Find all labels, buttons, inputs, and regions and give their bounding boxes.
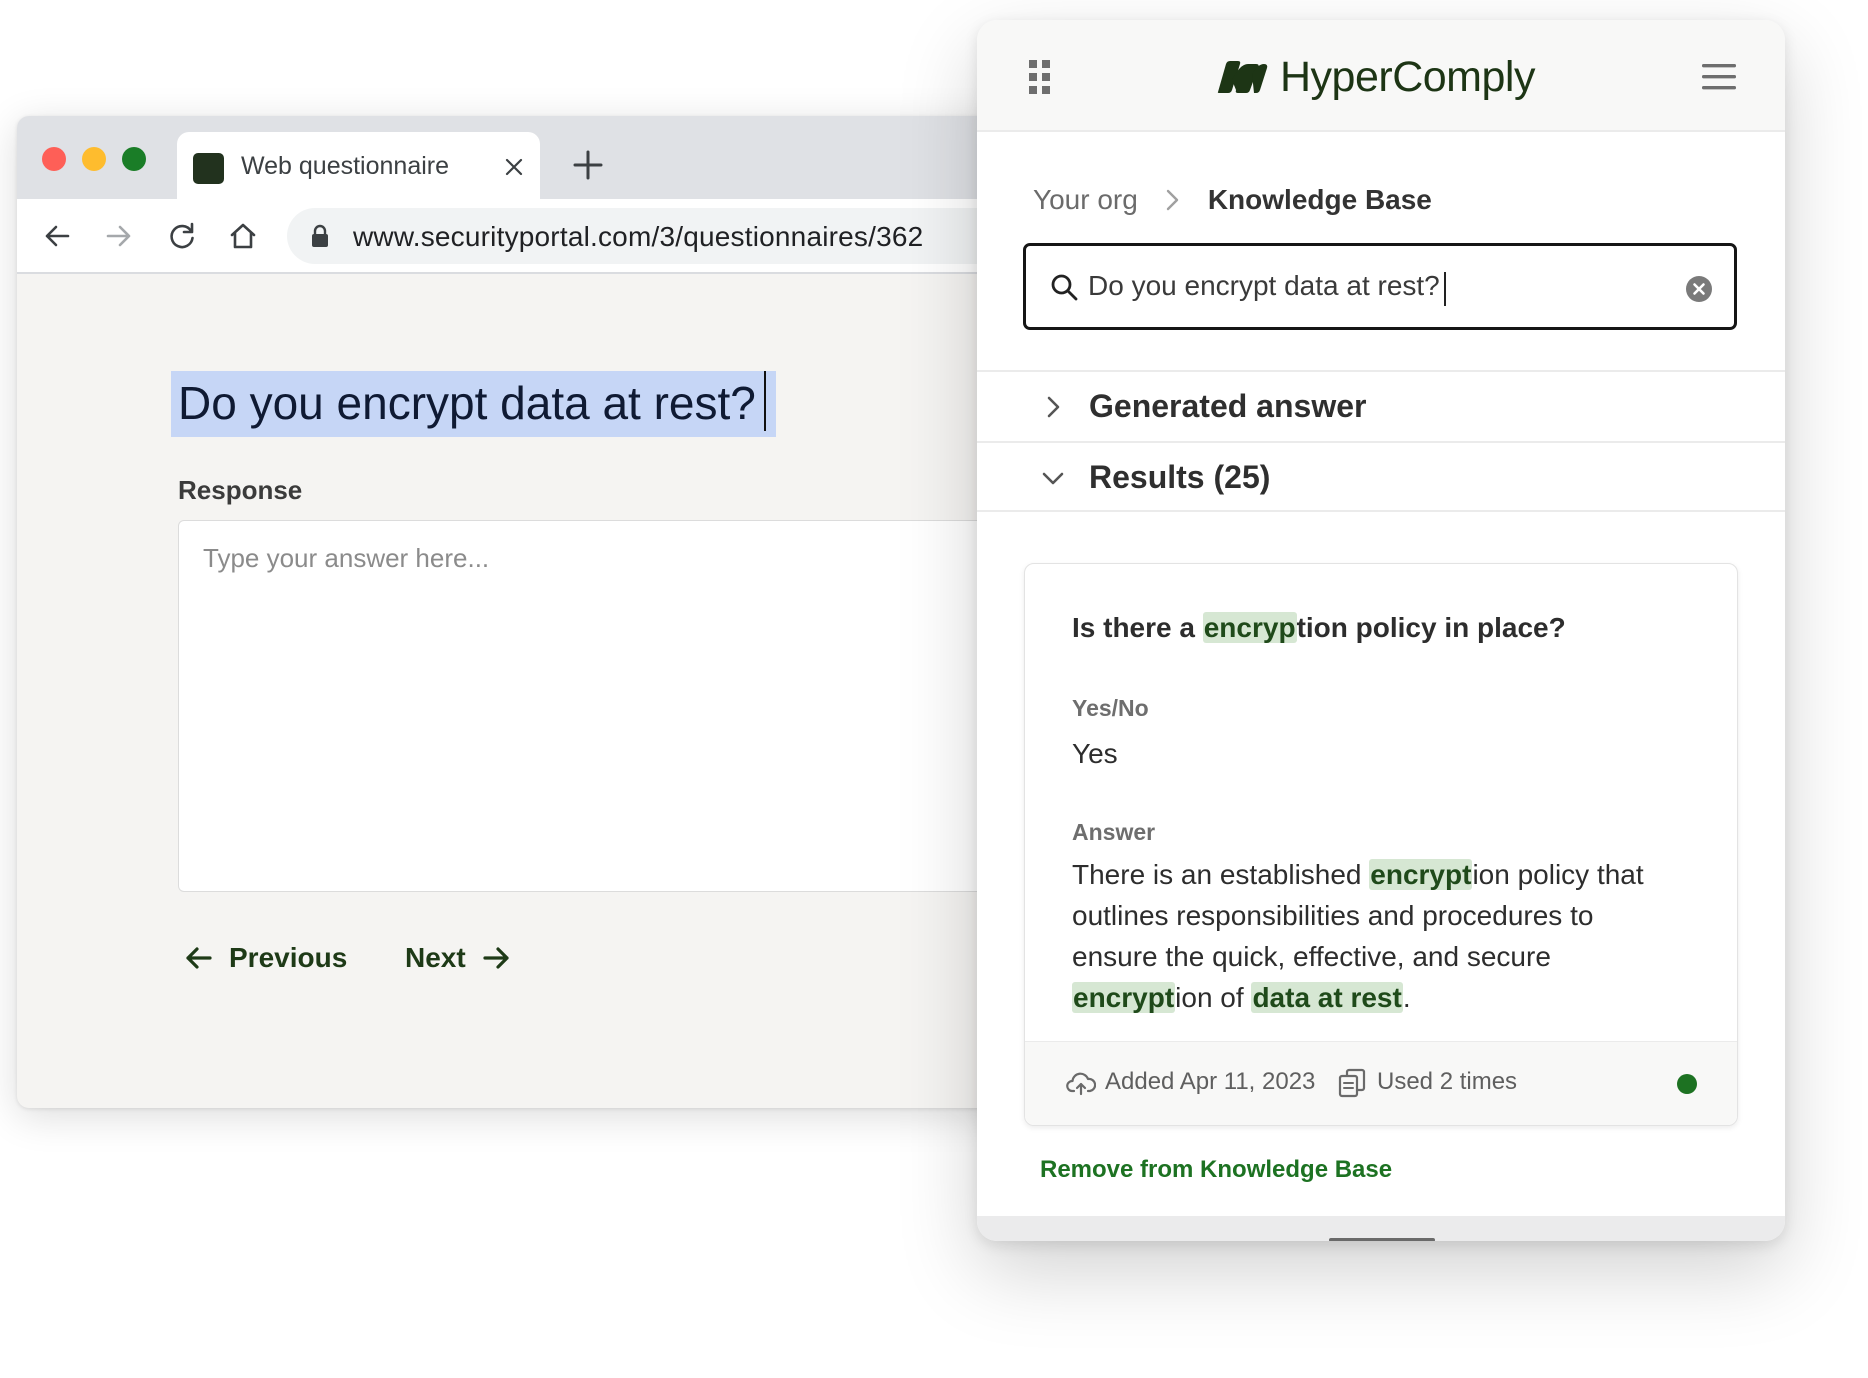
brand-name: HyperComply <box>1280 52 1535 101</box>
used-count: Used 2 times <box>1377 1068 1518 1095</box>
search-icon <box>1051 274 1078 301</box>
result-question: Is there a encryption policy in place? <box>1072 612 1566 644</box>
hamburger-menu-icon[interactable] <box>1702 64 1736 90</box>
chevron-right-icon <box>1166 189 1179 211</box>
copy-icon <box>1338 1068 1366 1098</box>
search-highlight: encrypt <box>1072 982 1176 1013</box>
plus-icon[interactable] <box>571 148 605 182</box>
browser-window: Web questionnaire www.securityportal.com… <box>17 116 1017 1108</box>
response-textarea[interactable]: Type your answer here... <box>178 520 1017 892</box>
home-icon[interactable] <box>227 220 259 252</box>
search-highlight: encryp <box>1202 612 1297 643</box>
generated-answer-label: Generated answer <box>1089 388 1367 424</box>
next-button[interactable]: Next <box>405 938 512 978</box>
previous-label: Previous <box>229 942 348 973</box>
chevron-down-icon <box>1042 472 1064 485</box>
forward-arrow-icon[interactable] <box>103 220 135 252</box>
question-text: tion policy in place? <box>1296 612 1566 643</box>
search-highlight: data at rest <box>1251 982 1403 1013</box>
hypercomply-logo: HyperComply <box>1216 53 1535 101</box>
panel-bottom-bar <box>977 1216 1785 1241</box>
answer-text-part: There is an established <box>1072 859 1370 890</box>
panel-header: HyperComply <box>977 20 1785 132</box>
answer-text: There is an established encryption polic… <box>1072 854 1672 1018</box>
logo-mark-icon <box>1217 61 1268 93</box>
url-text: www.securityportal.com/3/questionnaires/… <box>353 221 924 252</box>
arrow-left-icon <box>186 947 212 969</box>
lock-icon <box>312 224 328 247</box>
browser-tab[interactable]: Web questionnaire <box>177 132 540 199</box>
search-highlight: encrypt <box>1369 859 1473 890</box>
reload-icon[interactable] <box>166 220 198 252</box>
yesno-value: Yes <box>1072 738 1118 769</box>
text-cursor <box>763 371 766 431</box>
results-section[interactable]: Results (25) <box>977 441 1785 512</box>
tab-bar: Web questionnaire <box>17 116 1017 199</box>
results-label: Results (25) <box>1089 459 1271 495</box>
close-window-button[interactable] <box>42 147 66 171</box>
tab-favicon-icon <box>193 153 224 184</box>
tab-title: Web questionnaire <box>241 152 450 180</box>
browser-toolbar: www.securityportal.com/3/questionnaires/… <box>17 199 1017 274</box>
maximize-window-button[interactable] <box>122 147 146 171</box>
minimize-window-button[interactable] <box>82 147 106 171</box>
chevron-right-icon <box>1047 396 1060 418</box>
breadcrumb-org[interactable]: Your org <box>1033 184 1138 216</box>
response-label: Response <box>178 475 303 505</box>
generated-answer-section[interactable]: Generated answer <box>977 370 1785 441</box>
question-title: Do you encrypt data at rest? <box>178 377 756 429</box>
remove-from-knowledge-base-link[interactable]: Remove from Knowledge Base <box>1040 1156 1392 1184</box>
address-bar[interactable]: www.securityportal.com/3/questionnaires/… <box>287 208 1017 264</box>
search-field[interactable] <box>1023 243 1737 330</box>
result-card[interactable]: Is there a encryption policy in place? Y… <box>1024 563 1738 1126</box>
clear-icon[interactable] <box>1685 275 1713 303</box>
next-label: Next <box>405 942 466 973</box>
question-selection: Do you encrypt data at rest? <box>171 371 776 437</box>
previous-button[interactable]: Previous <box>183 938 347 978</box>
search-input[interactable] <box>1088 264 1658 308</box>
back-arrow-icon[interactable] <box>41 220 73 252</box>
resize-handle[interactable] <box>1329 1238 1435 1241</box>
yesno-label: Yes/No <box>1072 695 1149 721</box>
screen: Web questionnaire www.securityportal.com… <box>0 0 1868 1378</box>
hypercomply-panel: HyperComply Your org Knowledge Base Do y… <box>977 20 1785 1241</box>
arrow-right-icon <box>483 947 509 969</box>
breadcrumb-current: Knowledge Base <box>1207 184 1432 215</box>
breadcrumb: Your org Knowledge Base <box>1033 182 1432 218</box>
answer-text-part: ion of <box>1175 982 1252 1013</box>
response-placeholder: Type your answer here... <box>203 543 490 573</box>
grid-icon[interactable] <box>1029 60 1051 94</box>
close-icon[interactable] <box>503 156 525 178</box>
cloud-upload-icon <box>1066 1072 1096 1096</box>
added-date: Added Apr 11, 2023 <box>1105 1068 1316 1095</box>
answer-label: Answer <box>1072 819 1156 845</box>
answer-text-part: . <box>1402 982 1411 1013</box>
result-card-footer: Added Apr 11, 2023 Used 2 times <box>1025 1041 1737 1125</box>
question-text: Is there a <box>1072 612 1203 643</box>
status-indicator <box>1677 1074 1697 1094</box>
search-cursor <box>1444 272 1446 306</box>
